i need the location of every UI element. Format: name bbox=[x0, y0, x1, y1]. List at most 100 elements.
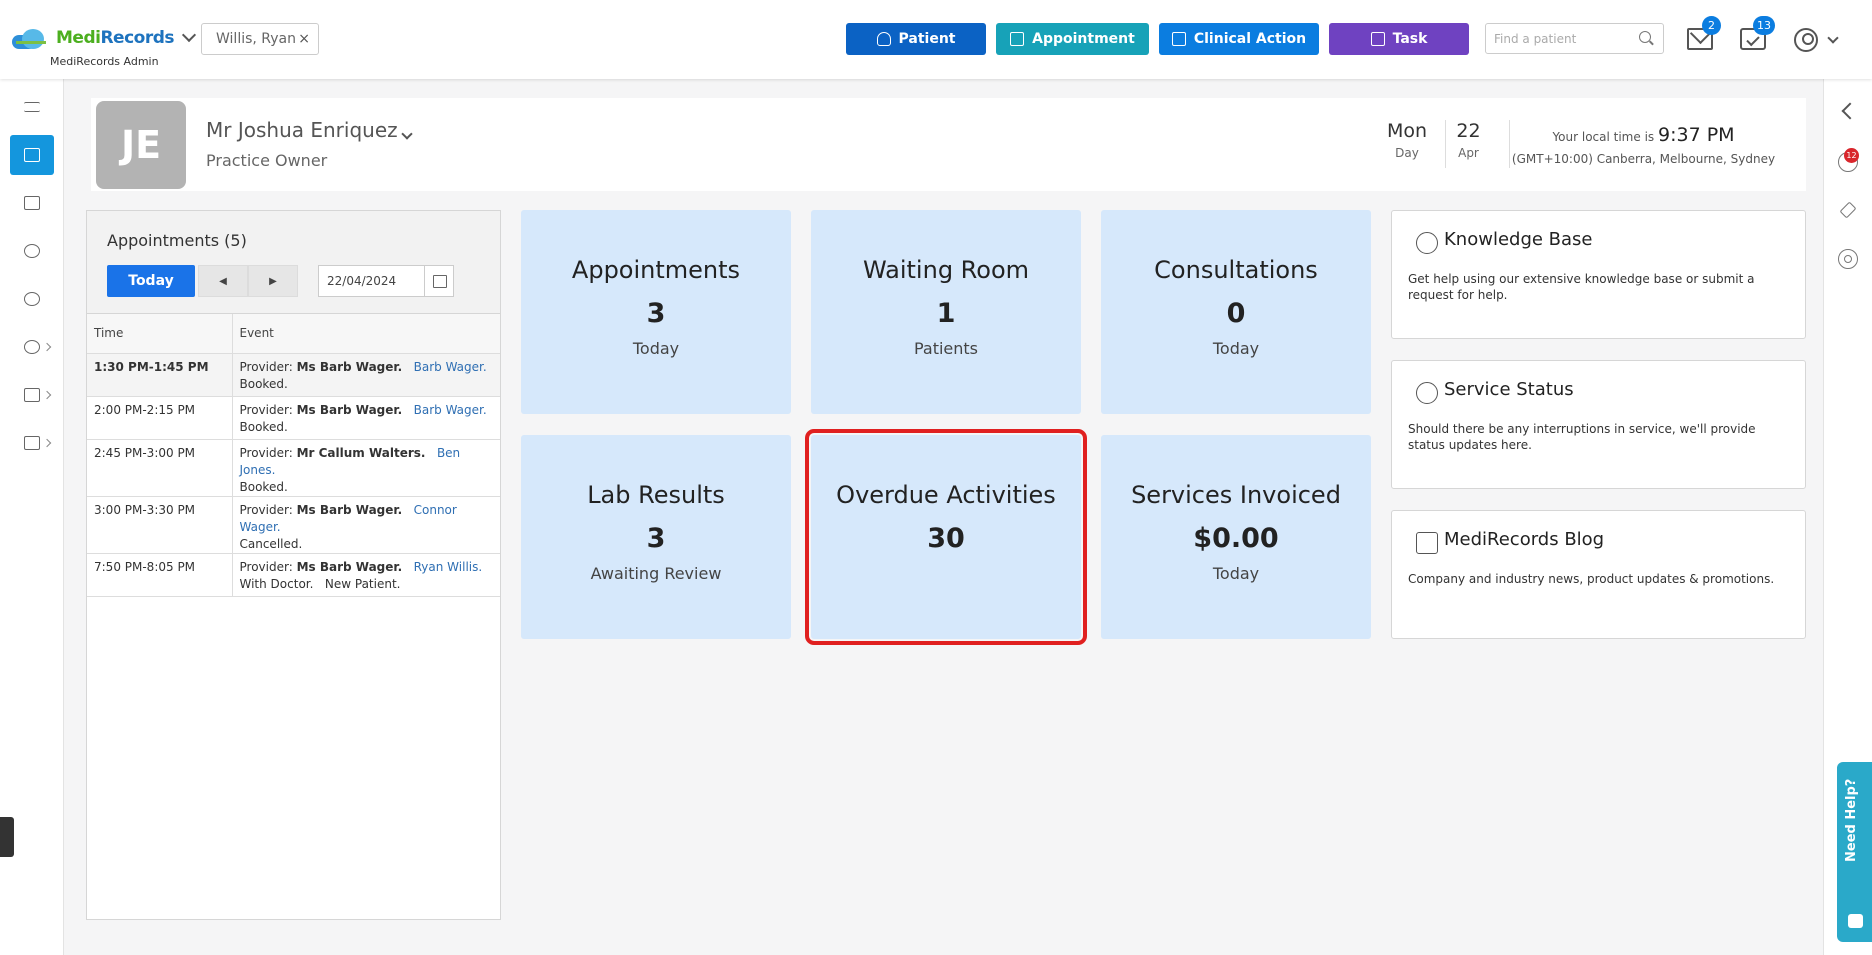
new-patient-button[interactable]: Patient bbox=[846, 23, 986, 55]
mention-icon[interactable] bbox=[1838, 249, 1858, 269]
gauge-icon bbox=[1416, 382, 1438, 404]
chevron-down-icon[interactable] bbox=[181, 27, 197, 43]
user-account-icon[interactable] bbox=[1794, 28, 1818, 52]
appointments-panel-header: Appointments (5) Today ◀ ▶ bbox=[87, 211, 500, 314]
appointment-time: 2:00 PM-2:15 PM bbox=[87, 396, 233, 440]
calendar-count-badge: 13 bbox=[1753, 16, 1775, 35]
chevron-left-icon[interactable] bbox=[1838, 101, 1858, 121]
table-row[interactable]: 1:30 PM-1:45 PM Provider: Ms Barb Wager. … bbox=[87, 353, 500, 397]
overdue-activities-card[interactable]: Overdue Activities 30 bbox=[805, 429, 1087, 645]
sidebar-item-home[interactable] bbox=[10, 135, 54, 175]
provider-name: Ms Barb Wager. bbox=[296, 402, 403, 417]
folder-icon bbox=[24, 388, 40, 402]
patient-link[interactable]: Ryan Willis. bbox=[414, 560, 483, 574]
appointments-panel: Appointments (5) Today ◀ ▶ Time Event 1:… bbox=[86, 210, 501, 920]
sidebar-item-groups[interactable] bbox=[10, 327, 54, 367]
blog-title: MediRecords Blog bbox=[1444, 529, 1605, 550]
knowledge-base-title: Knowledge Base bbox=[1444, 229, 1593, 250]
previous-day-button[interactable]: ◀ bbox=[198, 265, 248, 297]
clipboard-icon bbox=[1370, 32, 1385, 46]
appointment-event: Provider: Ms Barb Wager. Barb Wager. Book… bbox=[232, 353, 500, 397]
sidebar-item-reports[interactable] bbox=[10, 423, 54, 463]
appointment-time: 1:30 PM-1:45 PM bbox=[87, 353, 233, 397]
clinical-action-button[interactable]: Clinical Action bbox=[1159, 23, 1319, 55]
users-icon bbox=[24, 292, 40, 306]
print-icon[interactable] bbox=[0, 817, 14, 857]
today-button[interactable]: Today bbox=[107, 265, 195, 297]
table-row[interactable]: 2:00 PM-2:15 PM Provider: Ms Barb Wager. … bbox=[87, 396, 500, 440]
pin-icon[interactable] bbox=[1838, 201, 1858, 221]
sidebar-item-calendar[interactable] bbox=[10, 183, 54, 223]
calendar-icon bbox=[24, 196, 40, 210]
logo-text: MediRecords bbox=[56, 28, 175, 48]
consultations-card[interactable]: Consultations 0 Today bbox=[1101, 210, 1371, 414]
profile-header: JE Mr Joshua Enriquez Practice Owner Mon… bbox=[91, 98, 1806, 191]
provider-name: Mr Callum Walters. bbox=[296, 445, 426, 460]
user-role: Practice Owner bbox=[206, 151, 328, 170]
appointments-table: Time Event 1:30 PM-1:45 PM Provider: Ms B… bbox=[87, 314, 500, 597]
appointment-event: Provider: Ms Barb Wager. Barb Wager. Book… bbox=[232, 396, 500, 440]
chevron-right-icon bbox=[42, 342, 52, 352]
search-icon[interactable] bbox=[1639, 31, 1651, 43]
patient-link[interactable]: Barb Wager. bbox=[414, 360, 487, 374]
close-icon[interactable]: × bbox=[298, 31, 310, 47]
calendar-icon bbox=[1010, 32, 1025, 46]
provider-name: Ms Barb Wager. bbox=[296, 559, 403, 574]
sidebar-item-patients[interactable] bbox=[10, 231, 54, 271]
edit-note-icon bbox=[1416, 532, 1438, 554]
top-header: MediRecords MediRecords Admin Willis, Ry… bbox=[0, 0, 1872, 79]
table-row[interactable]: 7:50 PM-8:05 PM Provider: Ms Barb Wager. … bbox=[87, 553, 500, 597]
knowledge-base-panel[interactable]: Knowledge Base Get help using our extens… bbox=[1391, 210, 1806, 339]
service-status-title: Service Status bbox=[1444, 379, 1574, 400]
appointment-status: Cancelled. bbox=[239, 536, 303, 551]
need-help-label: Need Help? bbox=[1844, 778, 1859, 862]
appointment-event: Provider: Ms Barb Wager. Ryan Willis. Wit… bbox=[232, 553, 500, 597]
chevron-down-icon[interactable] bbox=[401, 128, 413, 140]
lab-results-card[interactable]: Lab Results 3 Awaiting Review bbox=[521, 435, 791, 639]
appointment-status: Booked. bbox=[239, 479, 288, 494]
logo-subtitle: MediRecords Admin bbox=[50, 55, 159, 68]
patient-link[interactable]: Barb Wager. bbox=[414, 403, 487, 417]
home-icon bbox=[24, 148, 40, 162]
service-status-panel[interactable]: Service Status Should there be any inter… bbox=[1391, 360, 1806, 489]
appointment-date-input[interactable] bbox=[318, 265, 425, 297]
patients-icon bbox=[24, 244, 40, 258]
appointment-time: 7:50 PM-8:05 PM bbox=[87, 553, 233, 597]
blog-text: Company and industry news, product updat… bbox=[1408, 572, 1775, 586]
services-invoiced-card[interactable]: Services Invoiced $0.00 Today bbox=[1101, 435, 1371, 639]
column-header-time: Time bbox=[87, 314, 233, 354]
expand-menu-icon[interactable] bbox=[10, 87, 54, 127]
waiting-room-card[interactable]: Waiting Room 1 Patients bbox=[811, 210, 1081, 414]
question-circle-icon bbox=[1416, 232, 1438, 254]
table-row[interactable]: 3:00 PM-3:30 PM Provider: Ms Barb Wager. … bbox=[87, 496, 500, 554]
chevron-down-icon[interactable] bbox=[1827, 32, 1839, 44]
table-row[interactable]: 2:45 PM-3:00 PM Provider: Mr Callum Walte… bbox=[87, 439, 500, 497]
app-logo[interactable]: MediRecords bbox=[12, 27, 197, 49]
sidebar-item-contacts[interactable] bbox=[10, 279, 54, 319]
next-day-button[interactable]: ▶ bbox=[248, 265, 298, 297]
add-person-icon bbox=[876, 32, 891, 46]
appointment-note: New Patient. bbox=[324, 576, 401, 591]
find-patient-input[interactable] bbox=[1485, 23, 1664, 54]
chat-count-badge: 12 bbox=[1844, 148, 1859, 163]
appointment-status: Booked. bbox=[239, 419, 288, 434]
chat-bubble-icon bbox=[1848, 914, 1863, 928]
blog-panel[interactable]: MediRecords Blog Company and industry ne… bbox=[1391, 510, 1806, 639]
need-help-button[interactable]: Need Help? bbox=[1837, 762, 1872, 942]
appointment-status: With Doctor. bbox=[239, 576, 314, 591]
sidebar-item-folders[interactable] bbox=[10, 375, 54, 415]
chevron-right-icon bbox=[42, 390, 52, 400]
appointments-card[interactable]: Appointments 3 Today bbox=[521, 210, 791, 414]
logo-cloud-icon bbox=[12, 27, 52, 49]
current-day: Mon Day bbox=[1386, 120, 1428, 160]
appointments-title: Appointments (5) bbox=[107, 231, 247, 250]
provider-name: Ms Barb Wager. bbox=[296, 359, 403, 374]
appointment-time: 2:45 PM-3:00 PM bbox=[87, 439, 233, 497]
current-patient-chip[interactable]: Willis, Ryan × bbox=[201, 23, 319, 55]
knowledge-base-text: Get help using our extensive knowledge b… bbox=[1408, 272, 1755, 302]
provider-name: Ms Barb Wager. bbox=[296, 502, 403, 517]
new-appointment-button[interactable]: Appointment bbox=[996, 23, 1149, 55]
divider bbox=[1509, 120, 1510, 168]
new-task-button[interactable]: Task bbox=[1329, 23, 1469, 55]
date-picker-button[interactable] bbox=[424, 265, 454, 297]
